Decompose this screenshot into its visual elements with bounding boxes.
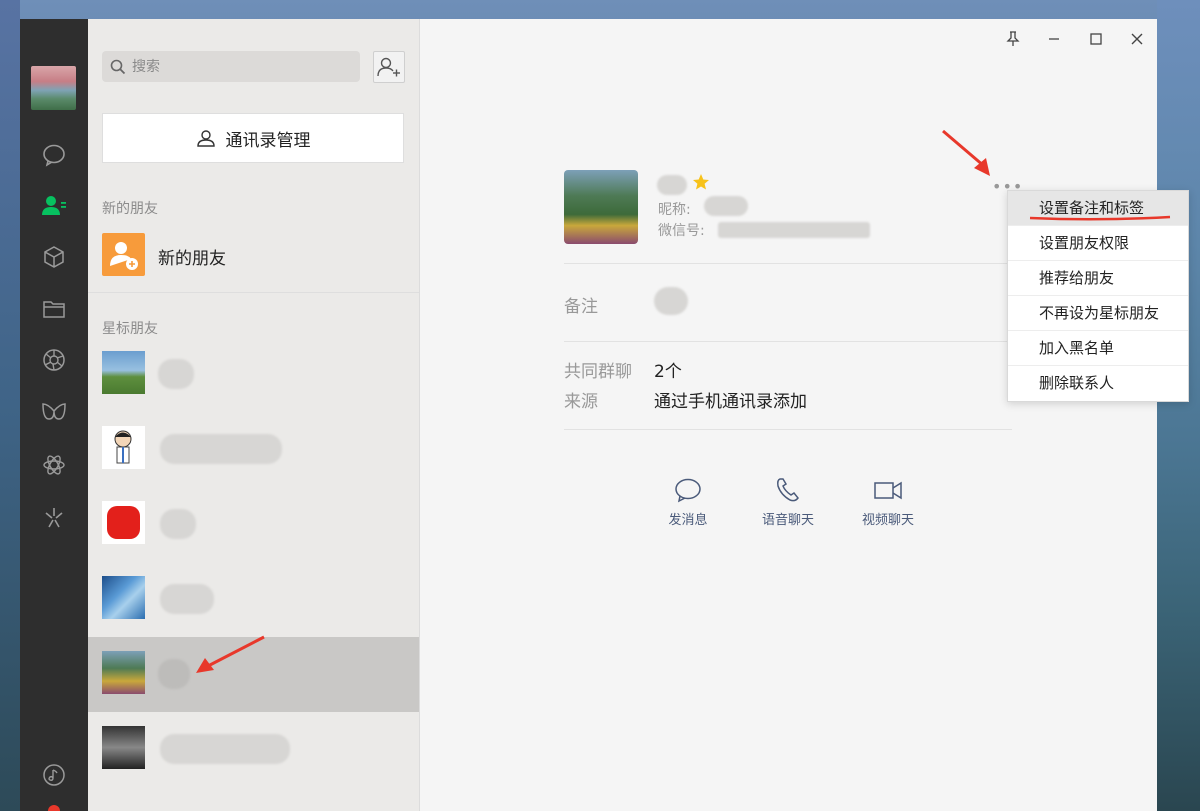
desktop-background [1157,0,1200,811]
remark-value-redacted[interactable] [654,287,688,315]
contact-avatar [102,651,145,694]
section-header-starred: 星标朋友 [102,321,158,337]
contact-avatar [102,351,145,394]
common-groups-label: 共同群聊 [564,362,632,382]
wechat-id-redacted [718,222,870,238]
star-icon [693,174,709,190]
video-call-label: 视频聊天 [861,513,914,528]
close-icon[interactable] [1125,27,1149,51]
menu-item-delete-contact[interactable]: 删除联系人 [1008,366,1188,401]
divider [564,341,1012,342]
channels-icon[interactable] [39,397,69,427]
video-call-icon [874,481,902,500]
divider [564,429,1012,430]
wechat-id-label: 微信号: [658,223,705,239]
contact-name-redacted [158,359,194,389]
menu-item-unstar[interactable]: 不再设为星标朋友 [1008,296,1188,331]
pin-icon[interactable] [1001,27,1025,51]
contact-avatar [102,726,145,769]
menu-item-recommend[interactable]: 推荐给朋友 [1008,261,1188,296]
contact-name-redacted [160,434,282,464]
files-icon[interactable] [39,294,69,324]
divider [88,292,419,293]
profile-avatar[interactable] [564,170,638,244]
chat-icon [675,478,701,503]
voice-call-label: 语音聊天 [761,513,814,528]
new-friends-label: 新的朋友 [158,249,226,269]
menu-item-friend-permissions[interactable]: 设置朋友权限 [1008,226,1188,261]
send-message-button[interactable]: 发消息 [648,477,728,528]
voice-call-icon [777,478,799,502]
contact-list-pane: 通讯录管理 新的朋友 新的朋友 星标朋友 [88,19,420,811]
contacts-manager-label: 通讯录管理 [225,130,311,151]
contacts-manager-button[interactable]: 通讯录管理 [102,113,404,163]
source-value: 通过手机通讯录添加 [654,392,807,412]
minimize-icon[interactable] [1042,27,1066,51]
contact-name-redacted [160,509,196,539]
search-box[interactable] [102,51,360,82]
settings-icon[interactable] [48,805,60,811]
add-friend-icon [377,57,400,77]
contact-row[interactable] [88,712,419,787]
search-input[interactable] [130,55,354,79]
nickname-label: 昵称: [658,202,691,218]
common-groups-value[interactable]: 2个 [654,357,682,382]
send-message-label: 发消息 [668,513,708,528]
video-call-button[interactable]: 视频聊天 [848,477,928,528]
phone-icon[interactable] [39,760,69,790]
favorites-icon[interactable] [39,242,69,272]
menu-item-block[interactable]: 加入黑名单 [1008,331,1188,366]
desktop-background [0,0,20,811]
contacts-manager-icon [196,130,215,147]
annotation-arrow [196,635,265,673]
moments-icon[interactable] [39,345,69,375]
contacts-icon[interactable] [39,191,69,221]
maximize-icon[interactable] [1084,27,1108,51]
contact-row[interactable] [88,412,419,487]
profile-name-redacted [657,175,687,195]
contact-row[interactable] [88,487,419,562]
new-friend-icon [102,233,145,276]
remark-label: 备注 [564,297,598,317]
contact-options-menu: 设置备注和标签 设置朋友权限 推荐给朋友 不再设为星标朋友 加入黑名单 删除联系… [1007,190,1189,402]
chat-icon[interactable] [39,140,69,170]
mini-programs-icon[interactable] [39,503,69,533]
source-label: 来源 [564,392,598,412]
navigation-sidebar [20,19,88,811]
contact-detail-pane: 昵称: 微信号: ••• 备注 共同群聊 2个 来源 通过手机通讯录添加 发消息… [420,19,1157,811]
nickname-redacted [704,196,748,216]
voice-call-button[interactable]: 语音聊天 [748,477,828,528]
contact-row[interactable] [88,562,419,637]
search-icon [110,59,126,75]
annotation-underline [1029,215,1171,221]
add-friend-button[interactable] [373,51,405,83]
search-network-icon[interactable] [39,450,69,480]
divider [564,263,1012,264]
contact-name-redacted [160,584,214,614]
section-header-new-friends: 新的朋友 [102,201,158,217]
contact-avatar [102,426,145,469]
contact-avatar [102,576,145,619]
contact-name-redacted [158,659,190,689]
contact-avatar [102,501,145,544]
contact-name-redacted [160,734,290,764]
contact-row[interactable] [88,337,419,412]
new-friends-item[interactable]: 新的朋友 [88,217,419,292]
my-avatar[interactable] [31,66,76,110]
annotation-arrow [942,129,990,176]
